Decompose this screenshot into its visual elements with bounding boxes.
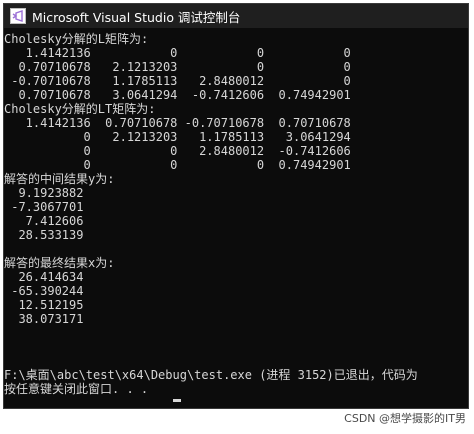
console-line: 按任意键关闭此窗口. . . xyxy=(4,382,149,396)
console-line: Cholesky分解的L矩阵为: xyxy=(4,32,149,46)
console-line: 1.4142136 0.70710678 -0.70710678 0.70710… xyxy=(4,116,351,130)
console-line: 1.4142136 0 0 0 xyxy=(4,46,351,60)
console-line: Cholesky分解的LT矩阵为: xyxy=(4,102,156,116)
console-line: 7.412606 xyxy=(4,214,84,228)
console-line: 0.70710678 3.0641294 -0.7412606 0.749429… xyxy=(4,88,351,102)
console-line: -65.390244 xyxy=(4,284,84,298)
console-line: 26.414634 xyxy=(4,270,84,284)
visual-studio-icon xyxy=(10,8,26,24)
text-cursor xyxy=(173,399,181,402)
console-line: 解答的最终结果x为: xyxy=(4,256,115,270)
console-line: 9.1923882 xyxy=(4,186,84,200)
console-window: Microsoft Visual Studio 调试控制台 Cholesky分解… xyxy=(4,4,468,408)
watermark: CSDN @想学摄影的IT男 xyxy=(344,412,466,425)
console-line: 0.70710678 2.1213203 0 0 xyxy=(4,60,351,74)
console-line: 0 0 0 0.74942901 xyxy=(4,158,351,172)
console-line: 解答的中间结果y为: xyxy=(4,172,115,186)
console-line: 38.073171 xyxy=(4,312,84,326)
console-line: F:\桌面\abc\test\x64\Debug\test.exe (进程 31… xyxy=(4,368,418,382)
title-bar[interactable]: Microsoft Visual Studio 调试控制台 xyxy=(4,4,468,28)
window-title: Microsoft Visual Studio 调试控制台 xyxy=(32,9,241,25)
console-line: 12.512195 xyxy=(4,298,84,312)
console-line: 0 0 2.8480012 -0.7412606 xyxy=(4,144,351,158)
console-output: Cholesky分解的L矩阵为: 1.4142136 0 0 0 0.70710… xyxy=(4,28,468,408)
console-line: -0.70710678 1.1785113 2.8480012 0 xyxy=(4,74,351,88)
console-line: 0 2.1213203 1.1785113 3.0641294 xyxy=(4,130,351,144)
console-line: -7.3067701 xyxy=(4,200,84,214)
console-line: 28.533139 xyxy=(4,228,84,242)
